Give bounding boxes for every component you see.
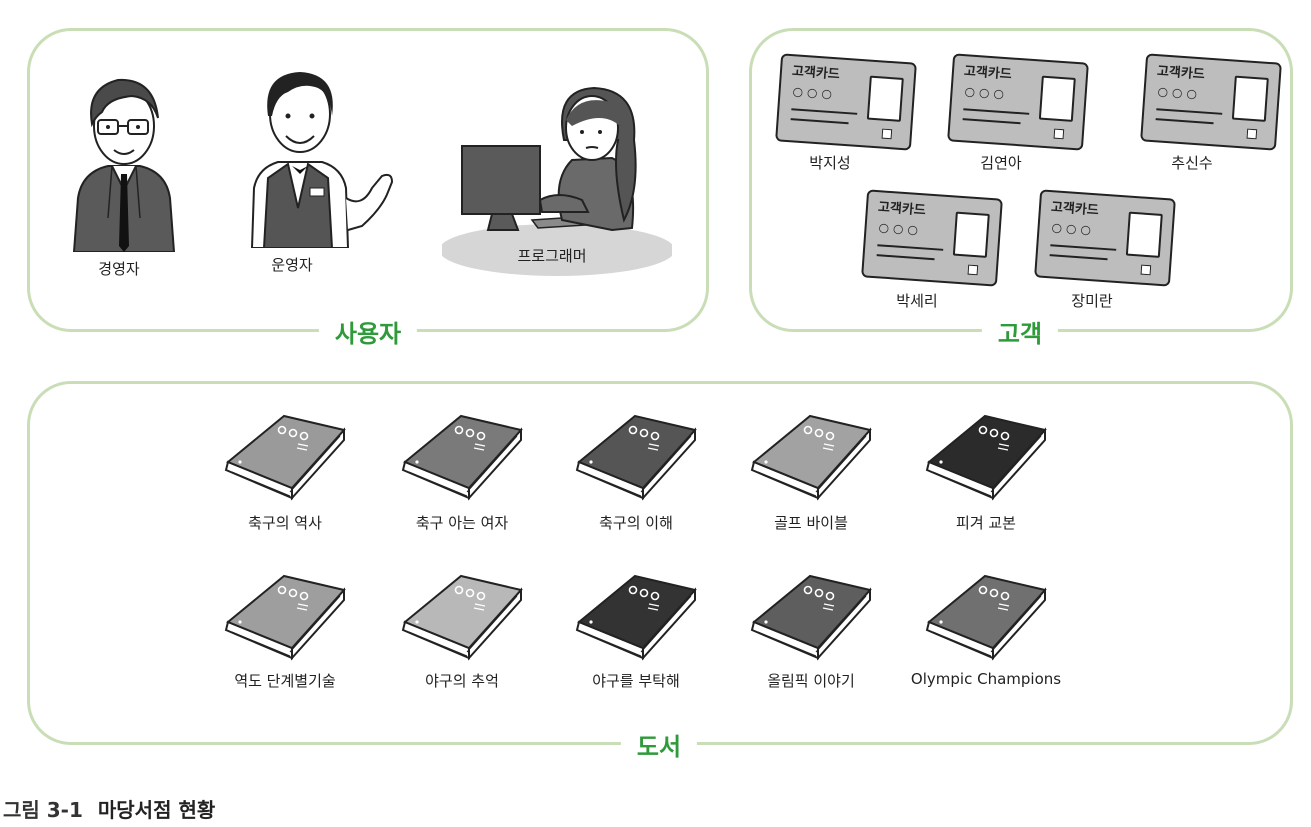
card-dots: ○○○ — [1157, 84, 1202, 102]
book-label: 야구를 부탁해 — [592, 672, 680, 690]
customer-label: 박지성 — [809, 154, 851, 172]
book-icon — [224, 414, 346, 501]
caption-number: 그림 3-1 — [3, 798, 83, 822]
customer-card: 고객카드 ○○○ — [1140, 53, 1282, 151]
book-label: 피겨 교본 — [956, 514, 1016, 532]
card-title: 고객카드 — [877, 200, 927, 219]
book-icon — [401, 574, 523, 661]
card-photo — [1125, 211, 1163, 258]
book-label: 축구의 이해 — [599, 514, 673, 532]
card-square — [1140, 264, 1152, 276]
card-dots: ○○○ — [964, 84, 1009, 102]
card-title: 고객카드 — [963, 64, 1013, 83]
book-label: 골프 바이블 — [774, 514, 848, 532]
book-label: 축구 아는 여자 — [415, 514, 509, 532]
book-label: 축구의 역사 — [248, 514, 322, 532]
card-dots: ○○○ — [878, 220, 923, 238]
card-photo — [1231, 75, 1269, 122]
book-label: 올림픽 이야기 — [767, 672, 855, 690]
card-line — [790, 118, 849, 125]
card-dots: ○○○ — [792, 84, 837, 102]
book-label: 야구의 추억 — [425, 672, 499, 690]
customer-label: 추신수 — [1171, 154, 1213, 172]
card-square — [1053, 128, 1065, 140]
customer-label: 박세리 — [896, 292, 938, 310]
book-icon — [750, 574, 872, 661]
book-icon — [925, 414, 1047, 501]
customer-label: 김연아 — [980, 154, 1022, 172]
programmer-label: 프로그래머 — [517, 247, 587, 265]
manager-figure — [72, 78, 176, 252]
card-line — [1049, 254, 1108, 261]
card-square — [967, 264, 979, 276]
card-line — [876, 254, 935, 261]
card-title: 고객카드 — [1156, 64, 1206, 83]
customer-label: 장미란 — [1071, 292, 1113, 310]
book-label: 역도 단계별기술 — [234, 672, 336, 690]
card-line — [1156, 108, 1223, 115]
card-line — [1155, 118, 1214, 125]
customer-card: 고객카드 ○○○ — [861, 189, 1003, 287]
book-icon — [224, 574, 346, 661]
card-dots: ○○○ — [1051, 220, 1096, 238]
users-panel-title: 사용자 — [318, 319, 418, 349]
customers-panel-title: 고객 — [981, 319, 1059, 349]
card-photo — [952, 211, 990, 258]
card-title: 고객카드 — [791, 64, 841, 83]
card-line — [962, 118, 1021, 125]
customer-card: 고객카드 ○○○ — [1034, 189, 1176, 287]
book-icon — [925, 574, 1047, 661]
customer-card: 고객카드 ○○○ — [775, 53, 917, 151]
book-icon — [575, 414, 697, 501]
operator-figure — [250, 72, 394, 248]
card-line — [791, 108, 858, 115]
card-square — [1246, 128, 1258, 140]
figure-caption: 그림 3-1 마당서점 현황 — [3, 794, 215, 823]
card-photo — [1038, 75, 1076, 122]
manager-label: 경영자 — [98, 260, 140, 278]
card-line — [877, 244, 944, 251]
book-icon — [401, 414, 523, 501]
card-title: 고객카드 — [1050, 200, 1100, 219]
customer-card: 고객카드 ○○○ — [947, 53, 1089, 151]
card-line — [1050, 244, 1117, 251]
card-square — [881, 128, 893, 140]
book-icon — [575, 574, 697, 661]
book-icon — [750, 414, 872, 501]
books-panel-title: 도서 — [620, 732, 698, 762]
operator-label: 운영자 — [271, 256, 313, 274]
book-label: Olympic Champions — [910, 670, 1062, 688]
caption-text: 마당서점 현황 — [97, 798, 216, 822]
card-line — [963, 108, 1030, 115]
card-photo — [866, 75, 904, 122]
